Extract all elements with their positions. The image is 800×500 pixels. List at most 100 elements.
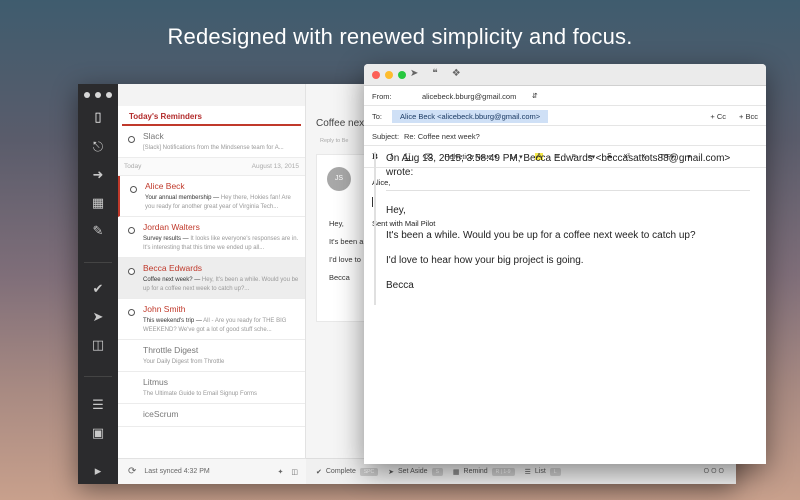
reminders-header: Today's Reminders [122, 106, 301, 126]
remind-label: Remind [463, 468, 488, 475]
divider [84, 262, 112, 263]
quote-line: It's been a while. Would you be up for a… [386, 230, 696, 241]
list-icon[interactable]: ☰ [78, 398, 118, 413]
list-label: List [534, 468, 546, 475]
list-item[interactable]: Throttle Digest Your Daily Digest from T… [118, 340, 305, 372]
shortcut-badge: L [549, 467, 561, 476]
preview: Your Daily Digest from Throttle [143, 359, 225, 365]
complete-checkbox[interactable] [130, 186, 137, 193]
check-icon[interactable]: ✔ [78, 282, 118, 297]
preview: Survey results — It looks like everyone'… [143, 235, 299, 253]
sender: Slack [143, 131, 164, 141]
calendar-icon[interactable]: ▦ [78, 196, 118, 211]
complete-action[interactable]: ✔ Complete SPC [316, 467, 379, 476]
pencil-icon[interactable]: ✎ [78, 224, 118, 239]
from-field[interactable]: From: alicebeck.bburg@gmail.com ⇵ [364, 86, 766, 106]
more-options[interactable]: OOO [704, 468, 726, 475]
sender: Throttle Digest [143, 345, 199, 355]
list-item[interactable]: Slack [Slack] Notifications from the Min… [118, 126, 305, 158]
close-button[interactable] [372, 71, 380, 79]
subject: Your annual membership — [145, 195, 220, 201]
list-item[interactable]: iceScrum [118, 404, 305, 427]
avatar: JS [327, 167, 351, 191]
to-field[interactable]: To: Alice Beck <alicebeck.bburg@gmail.co… [364, 106, 766, 126]
inbox-arrow-icon[interactable]: ➜ [78, 168, 118, 183]
send-icon[interactable]: ➤ [410, 68, 418, 79]
subject: This weekend's trip — [143, 318, 202, 324]
quote-icon[interactable]: ❝ [432, 68, 437, 79]
shortcut-badge: S [431, 467, 443, 476]
message-line: I'd love to [329, 255, 361, 264]
list-item[interactable]: Jordan Walters Survey results — It looks… [118, 217, 305, 258]
divider [84, 376, 112, 377]
from-label: From: [372, 92, 392, 101]
complete-checkbox[interactable] [128, 268, 135, 275]
split-view-icon[interactable]: ◫ [291, 468, 298, 476]
window-dots[interactable] [84, 92, 112, 98]
recipient-chip[interactable]: Alice Beck <alicebeck.bburg@gmail.com> [392, 110, 549, 123]
compose-window: ➤ ❝ ❖ From: alicebeck.bburg@gmail.com ⇵ … [364, 64, 766, 464]
preview: Your annual membership — Hey there, Hoki… [145, 194, 299, 212]
message-line: It's been a [329, 237, 364, 246]
list-item[interactable]: Litmus The Ultimate Guide to Email Signu… [118, 372, 305, 404]
quoted-message: On Aug 13, 2015, 3:58:49 PM, Becca Edwar… [374, 152, 750, 305]
remind-action[interactable]: ▦ Remind R | 1-9 [452, 467, 515, 476]
subject: Survey results — [143, 236, 189, 242]
subject: Coffee next week? — [143, 277, 201, 283]
today-label: Today [124, 163, 142, 170]
message-subject: Coffee next [316, 118, 367, 129]
check-icon: ✔ [316, 467, 322, 476]
reply-link[interactable]: Reply to Be [320, 138, 348, 144]
collapse-icon[interactable]: ▸ [78, 464, 118, 479]
add-cc-button[interactable]: + Cc [710, 112, 726, 121]
trash-icon[interactable]: ◫ [78, 338, 118, 353]
message-list: Today's Reminders Slack [Slack] Notifica… [118, 84, 306, 484]
add-bcc-button[interactable]: + Bcc [739, 112, 758, 121]
to-label: To: [372, 112, 383, 121]
minimize-button[interactable] [385, 71, 393, 79]
sidebar-rail: ▯ ⎋ ➜ ▦ ✎ ✔ ➤ ◫ ☰ ▣ ▸ [78, 84, 118, 484]
shortcut-badge: SPC [359, 467, 379, 476]
bell-icon[interactable]: ⎋ [78, 140, 118, 155]
list-item[interactable]: John Smith This weekend's trip — All - A… [118, 299, 305, 340]
message-line: Hey, [329, 219, 344, 228]
zoom-button[interactable] [398, 71, 406, 79]
list-action[interactable]: ☰ List L [524, 467, 561, 476]
sync-icon[interactable]: ⟳ [128, 466, 136, 477]
preview: [Slack] Notifications from the Mindsense… [143, 145, 284, 151]
quote-attribution: On Aug 13, 2015, 3:58:49 PM, Becca Edwar… [386, 153, 731, 178]
text-cursor [372, 197, 373, 207]
folder-icon[interactable]: ▣ [78, 426, 118, 441]
complete-checkbox[interactable] [128, 227, 135, 234]
subject-field[interactable]: Subject: Re: Coffee next week? [364, 126, 766, 146]
today-date: August 13, 2015 [251, 163, 299, 170]
preview: Coffee next week? — Hey, It's been a whi… [143, 276, 299, 294]
send-icon[interactable]: ➤ [78, 310, 118, 325]
from-value[interactable]: alicebeck.bburg@gmail.com [422, 92, 516, 101]
compose-titlebar: ➤ ❝ ❖ [364, 64, 766, 86]
mailpilot-logo-icon[interactable]: ▯ [78, 110, 118, 125]
magic-wand-icon[interactable]: ✦ [278, 468, 284, 476]
chevron-updown-icon[interactable]: ⇵ [532, 92, 538, 100]
traffic-lights [372, 71, 406, 79]
sender: Becca Edwards [143, 263, 203, 273]
sender: Alice Beck [145, 181, 185, 191]
preview: The Ultimate Guide to Email Signup Forms [143, 391, 258, 397]
attachment-icon[interactable]: ❖ [452, 68, 461, 79]
list-item[interactable]: Alice Beck Your annual membership — Hey … [118, 176, 305, 217]
complete-label: Complete [325, 468, 356, 475]
send-icon: ➤ [388, 467, 394, 476]
compose-tools: ➤ ❝ ❖ [410, 68, 461, 79]
today-header: Today August 13, 2015 [118, 158, 305, 176]
subject-value[interactable]: Re: Coffee next week? [404, 132, 480, 141]
list-icon: ☰ [524, 467, 531, 476]
list-toolbar [118, 84, 305, 106]
complete-checkbox[interactable] [128, 309, 135, 316]
sender: Jordan Walters [143, 222, 200, 232]
complete-checkbox[interactable] [128, 136, 135, 143]
calendar-icon: ▦ [452, 467, 460, 476]
list-item-selected[interactable]: Becca Edwards Coffee next week? — Hey, I… [118, 258, 305, 299]
message-line: Becca [329, 273, 350, 282]
quote-line: I'd love to hear how your big project is… [386, 255, 584, 266]
set-aside-action[interactable]: ➤ Set Aside S [388, 467, 443, 476]
